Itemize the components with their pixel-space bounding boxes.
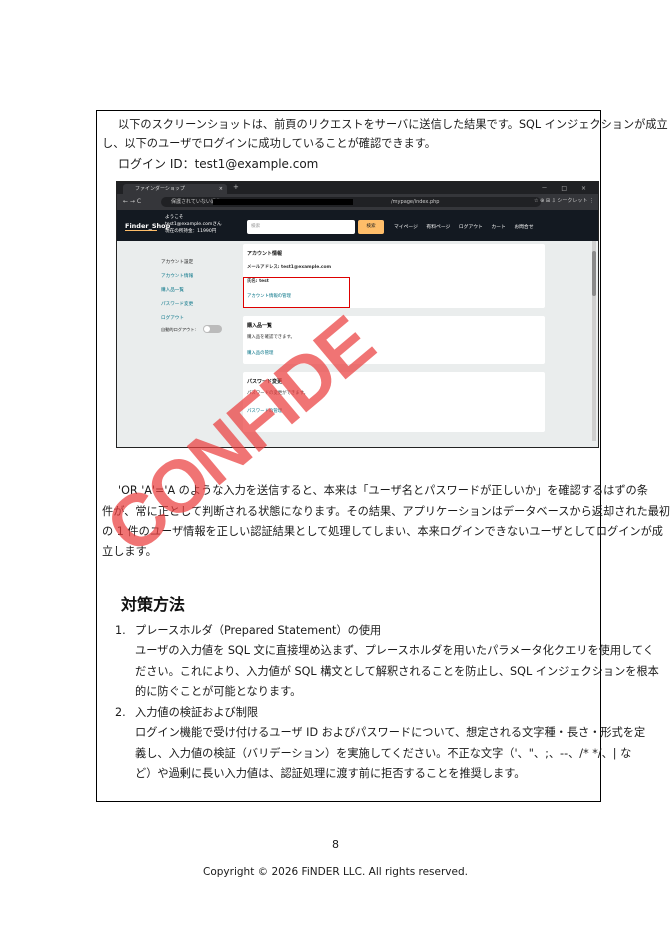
card-title: アカウント情報 [247, 251, 283, 257]
card-title: 購入品一覧 [247, 323, 273, 329]
site-header: Finder_Shop ようこそ test1@example.comさん 現在の… [117, 210, 598, 241]
address-bar: ← → C 保護されていない通信 /mypage/index.php ☆ ⊕ ⊞… [117, 194, 598, 210]
menu-paid-page[interactable]: 有料ページ [426, 225, 450, 230]
sidebar-item-purchases[interactable]: 購入品一覧 [161, 287, 184, 293]
item-1-body-2: ださい。これにより、入力値が SQL 構文として解釈されることを防止し、SQL … [135, 665, 659, 678]
site-search-button[interactable]: 検索 [358, 220, 384, 234]
sidebar-item-account-info[interactable]: アカウント情報 [161, 273, 193, 279]
tab-title: ファインダーショップ [135, 186, 185, 192]
menu-mypage[interactable]: マイページ [394, 225, 418, 230]
logo-underline [125, 230, 157, 231]
login-id: ログイン ID：test1@example.com [118, 157, 319, 171]
item-2-body-2: 義し、入力値の検証（バリデーション）を実施してください。不正な文字（'、"、;、… [135, 747, 632, 760]
page-number: 8 [332, 838, 339, 851]
tab-close-icon[interactable]: × [219, 184, 223, 194]
redacted-url [213, 199, 353, 205]
item-2-number: 2. [115, 706, 126, 719]
site-search-input[interactable]: 検索 [247, 220, 355, 234]
auto-logout-label: 自動的ログアウト: [161, 327, 196, 332]
item-1-body-1: ユーザの入力値を SQL 文に直接埋め込まず、プレースホルダを用いたパラメータ化… [135, 644, 654, 657]
item-2-title: 入力値の検証および制限 [135, 706, 259, 719]
sidebar-item-logout[interactable]: ログアウト [161, 315, 184, 321]
auto-logout-toggle[interactable] [203, 325, 222, 333]
browser-tab[interactable]: ファインダーショップ × [123, 184, 227, 194]
site-logo[interactable]: Finder_Shop [125, 222, 170, 231]
item-1-body-3: 的に防ぐことが可能となります。 [135, 685, 302, 698]
copyright: Copyright © 2026 FiNDER LLC. All rights … [203, 866, 468, 878]
greeting-line-2: test1@example.comさん [165, 222, 222, 227]
item-1-title: プレースホルダ（Prepared Statement）の使用 [135, 624, 382, 637]
sidebar-heading: アカウント設定 [161, 260, 194, 265]
menu-logout[interactable]: ログアウト [459, 225, 483, 230]
intro-line-2: し、以下のユーザでログインに成功していることが確認できます。 [102, 137, 436, 150]
new-tab-icon[interactable]: + [233, 183, 239, 191]
url-field[interactable]: 保護されていない通信 /mypage/index.php [161, 197, 541, 207]
site-menu: マイページ 有料ページ ログアウト カート お問合せ [394, 223, 541, 230]
item-1-number: 1. [115, 624, 126, 637]
menu-cart[interactable]: カート [491, 225, 505, 230]
scrollbar-thumb[interactable] [592, 251, 596, 296]
browser-toolbar-icons[interactable]: ☆ ⊕ ⊞ ⇩ シークレット ⋮ [534, 197, 594, 204]
menu-contact[interactable]: お問合せ [514, 225, 533, 230]
countermeasures-heading: 対策方法 [121, 595, 186, 614]
url-path: /mypage/index.php [391, 199, 440, 205]
item-2-body-1: ログイン機能で受け付けるユーザ ID およびパスワードについて、想定される文字種… [135, 726, 646, 739]
card-email: メールアドレス: test1@example.com [247, 265, 332, 270]
window-controls[interactable]: － □ × [541, 183, 592, 192]
item-2-body-3: ど）や過剰に長い入力値は、認証処理に渡す前に拒否することを推奨します。 [135, 767, 526, 780]
scrollbar[interactable] [592, 241, 596, 441]
greeting: ようこそ test1@example.comさん 現在の所持金：11990円 [165, 214, 222, 235]
sidebar-item-password[interactable]: パスワード変更 [161, 301, 193, 307]
greeting-line-3: 現在の所持金：11990円 [165, 229, 217, 234]
browser-tab-bar: ファインダーショップ × + － □ × [117, 182, 598, 194]
greeting-line-1: ようこそ [165, 215, 184, 220]
nav-buttons[interactable]: ← → C [123, 198, 141, 205]
embedded-screenshot: ファインダーショップ × + － □ × ← → C 保護されていない通信 /m… [116, 181, 599, 448]
